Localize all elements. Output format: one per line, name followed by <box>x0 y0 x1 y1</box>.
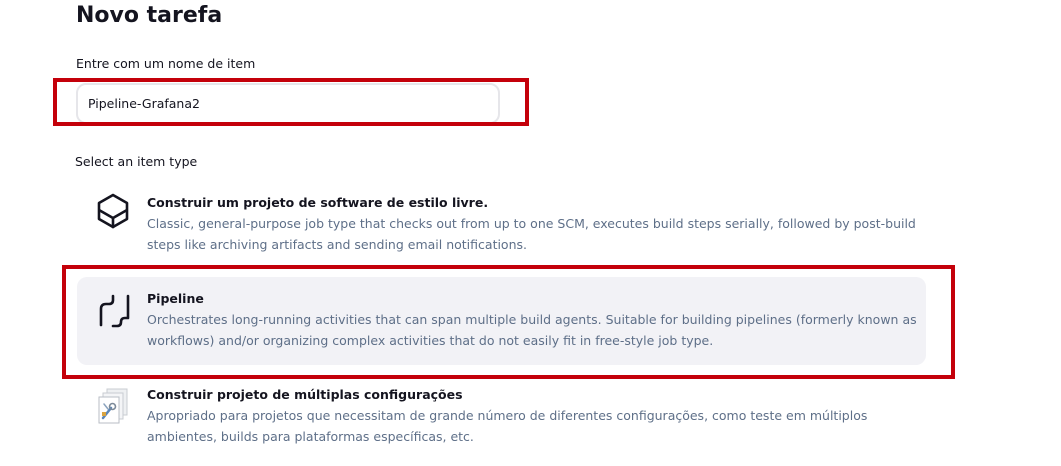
item-type-freestyle[interactable]: Construir um projeto de software de esti… <box>77 185 926 263</box>
cube-icon <box>93 191 133 231</box>
item-title-multi-config: Construir projeto de múltiplas configura… <box>147 387 463 402</box>
item-type-label: Select an item type <box>75 154 198 169</box>
page-title: Novo tarefa <box>76 3 223 28</box>
item-desc-pipeline: Orchestrates long-running activities tha… <box>147 312 917 348</box>
item-title-freestyle: Construir um projeto de software de esti… <box>147 195 489 210</box>
item-title-pipeline: Pipeline <box>147 291 204 306</box>
item-type-multi-config[interactable]: Construir projeto de múltiplas configura… <box>77 380 926 460</box>
multi-config-icon <box>93 386 133 426</box>
pipeline-icon <box>93 291 133 331</box>
item-name-label: Entre com um nome de item <box>76 56 256 71</box>
item-desc-freestyle: Classic, general-purpose job type that c… <box>147 216 916 252</box>
item-desc-multi-config: Apropriado para projetos que necessitam … <box>147 408 868 444</box>
item-name-input[interactable] <box>76 83 500 124</box>
item-type-pipeline[interactable]: Pipeline Orchestrates long-running activ… <box>77 277 926 365</box>
